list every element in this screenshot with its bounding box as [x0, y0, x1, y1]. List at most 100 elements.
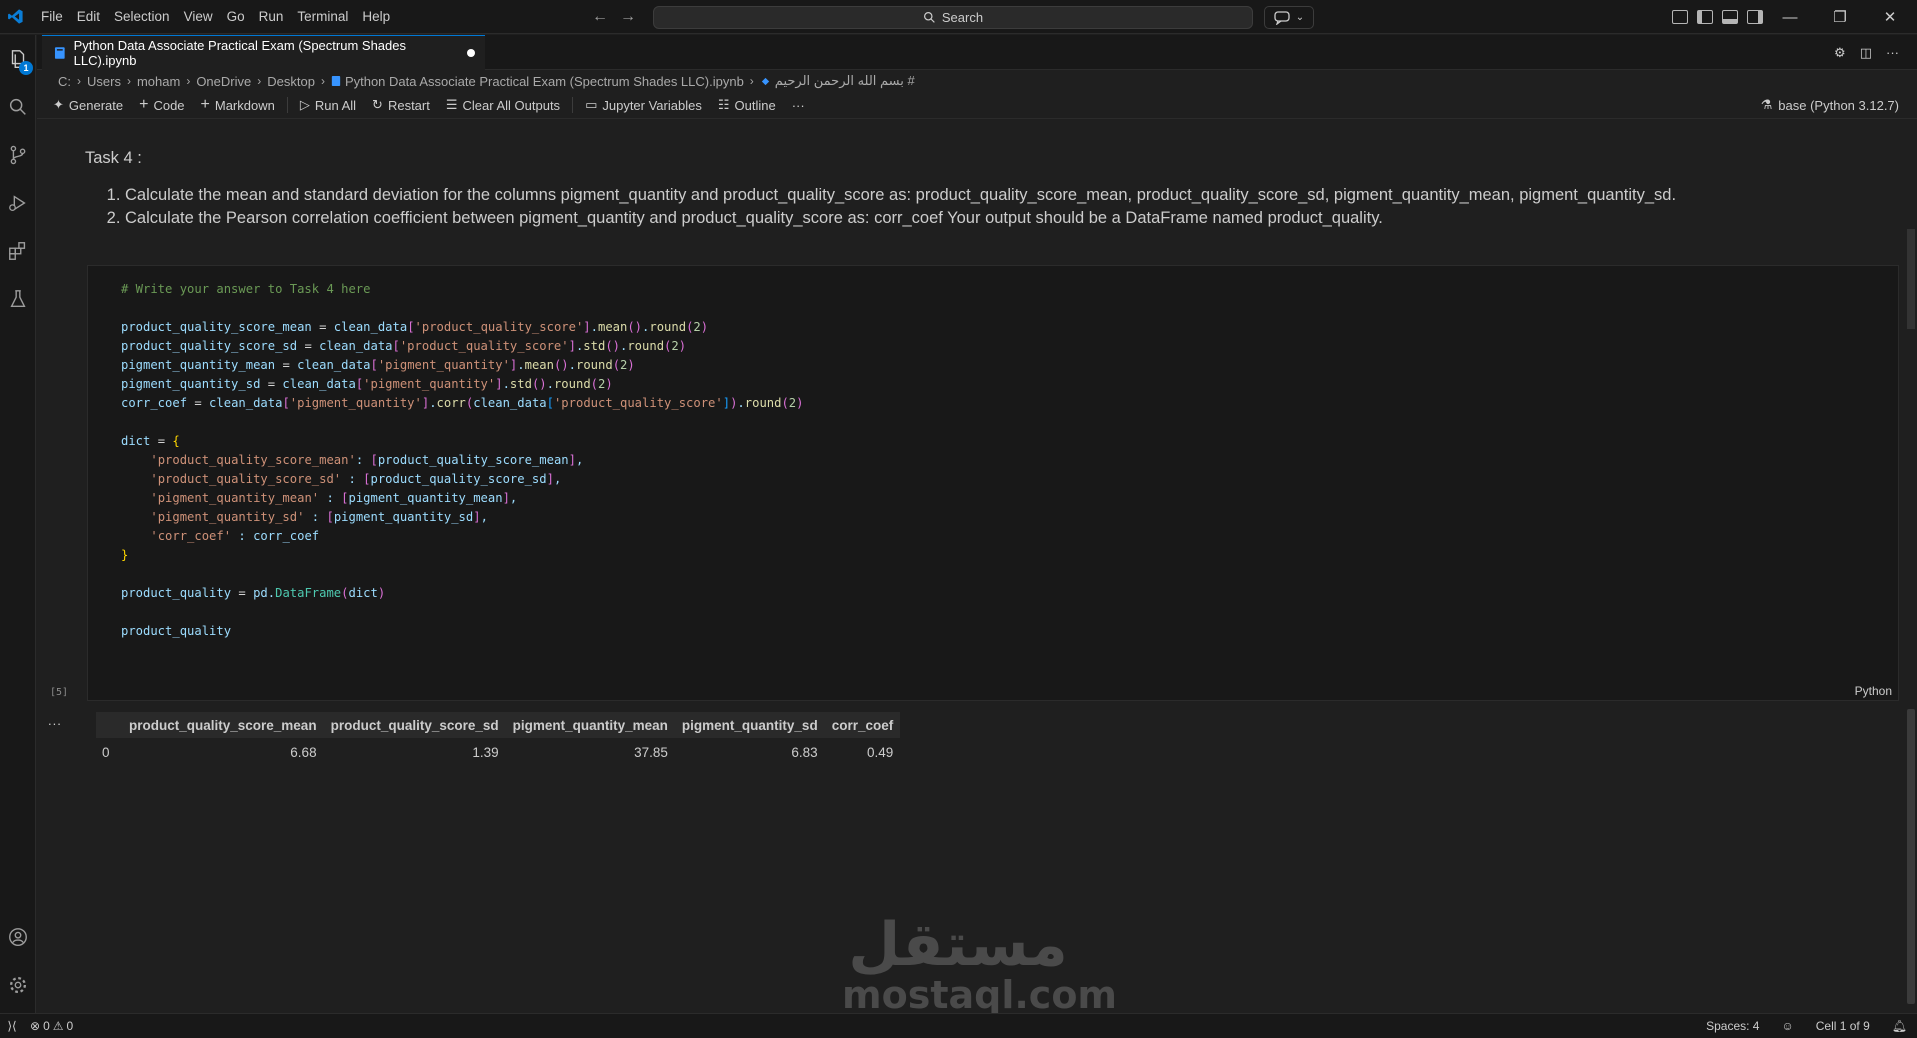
breadcrumb-item[interactable]: # بسم الله الرحمن الرحيم — [775, 73, 915, 89]
clear-all-outputs-button[interactable]: ☰ Clear All Outputs — [438, 93, 568, 117]
run-all-label: Run All — [314, 97, 357, 113]
cell-indicator[interactable]: Cell 1 of 9 — [1816, 1019, 1870, 1033]
explorer-icon[interactable]: 1 — [0, 39, 36, 79]
run-debug-icon[interactable] — [0, 183, 36, 223]
chevron-right-icon: › — [320, 74, 325, 88]
title-bar: File Edit Selection View Go Run Terminal… — [0, 0, 1917, 34]
output-dataframe-table: product_quality_score_mean product_quali… — [96, 712, 901, 766]
testing-flask-icon[interactable] — [0, 279, 36, 319]
breadcrumb-item[interactable]: Desktop — [267, 74, 315, 89]
menu-file[interactable]: File — [34, 0, 70, 34]
kernel-picker[interactable]: ⚗ base (Python 3.12.7) — [1761, 93, 1899, 117]
source-control-icon[interactable] — [0, 135, 36, 175]
restart-icon: ↻ — [372, 97, 383, 112]
customize-layout-icon[interactable] — [1672, 10, 1688, 24]
notebook-file-icon — [54, 47, 65, 59]
run-all-button[interactable]: ▷ Run All — [292, 93, 364, 117]
warning-icon: ⚠ — [52, 1019, 64, 1033]
search-sidebar-icon[interactable] — [0, 87, 36, 127]
search-icon — [923, 12, 935, 23]
command-center-search[interactable]: Search — [653, 6, 1253, 29]
vscode-logo-icon — [2, 0, 28, 34]
settings-gear-icon[interactable] — [0, 965, 36, 1005]
chevron-down-icon: ⌄ — [1295, 12, 1305, 23]
column-header: product_quality_score_mean — [122, 712, 324, 738]
breadcrumb-item[interactable]: moham — [137, 74, 180, 89]
add-code-cell-button[interactable]: + Code — [131, 93, 192, 117]
column-header: pigment_quantity_sd — [674, 712, 825, 738]
plus-icon: + — [139, 96, 149, 113]
add-markdown-cell-button[interactable]: + Markdown — [193, 93, 283, 117]
accounts-icon[interactable] — [0, 917, 36, 957]
task-list: Calculate the mean and standard deviatio… — [85, 184, 1865, 229]
breadcrumb-item[interactable]: Users — [87, 74, 121, 89]
code-label: Code — [153, 97, 185, 113]
variables-label: Jupyter Variables — [602, 97, 702, 113]
generate-label: Generate — [68, 97, 124, 113]
jupyter-variables-button[interactable]: ▭ Jupyter Variables — [577, 93, 710, 117]
markdown-cell[interactable]: Task 4 : Calculate the mean and standard… — [85, 149, 1865, 229]
tab-notebook[interactable]: Python Data Associate Practical Exam (Sp… — [42, 35, 485, 70]
more-actions-icon[interactable]: ··· — [1886, 45, 1899, 60]
sparkle-icon: ✦ — [53, 97, 64, 112]
extensions-icon[interactable] — [0, 231, 36, 271]
restart-label: Restart — [387, 97, 430, 113]
table-cell: 6.83 — [791, 744, 818, 760]
breadcrumb-item[interactable]: C: — [58, 74, 71, 89]
notifications-bell-icon[interactable]: 🔔︎ — [1892, 1019, 1907, 1033]
toggle-secondary-sidebar-icon[interactable] — [1747, 10, 1763, 24]
chevron-right-icon: › — [186, 74, 191, 88]
restore-icon[interactable]: ❐ — [1815, 8, 1865, 26]
status-right: Spaces: 4 ☺ Cell 1 of 9 🔔︎ — [1706, 1014, 1907, 1038]
markdown-label: Markdown — [214, 97, 275, 113]
code-cell[interactable]: # Write your answer to Task 4 here produ… — [87, 265, 1899, 701]
menu-terminal[interactable]: Terminal — [290, 0, 355, 34]
table-cell: 37.85 — [634, 744, 668, 760]
status-left: ⟩⟨ ⊗ 0 ⚠ 0 — [0, 1019, 73, 1033]
menu-edit[interactable]: Edit — [70, 0, 107, 34]
unsaved-dot-icon[interactable] — [467, 49, 475, 57]
copilot-status-icon[interactable]: ☺ — [1781, 1019, 1793, 1033]
toggle-panel-icon[interactable] — [1722, 10, 1738, 24]
menu-view[interactable]: View — [177, 0, 220, 34]
editor-tab-bar: Python Data Associate Practical Exam (Sp… — [37, 35, 1917, 70]
toolbar-divider — [572, 97, 574, 113]
table-cell: 6.68 — [290, 744, 317, 760]
menu-selection[interactable]: Selection — [107, 0, 177, 34]
vertical-scrollbar[interactable] — [1907, 709, 1915, 1004]
output-more-actions[interactable]: ... — [48, 713, 62, 728]
menu-help[interactable]: Help — [355, 0, 397, 34]
toolbar-divider — [286, 97, 288, 113]
close-icon[interactable]: ✕ — [1865, 8, 1915, 26]
column-header: pigment_quantity_mean — [505, 712, 675, 738]
table-cell: 0.49 — [866, 744, 894, 760]
kernel-label: base (Python 3.12.7) — [1778, 97, 1899, 113]
minimize-icon[interactable]: — — [1765, 9, 1815, 26]
forward-arrow-icon[interactable]: → — [620, 8, 636, 26]
menu-go[interactable]: Go — [220, 0, 252, 34]
variables-icon: ▭ — [585, 97, 598, 112]
generate-button[interactable]: ✦ Generate — [37, 93, 131, 117]
breadcrumb-item[interactable]: OneDrive — [196, 74, 251, 89]
copilot-button[interactable]: ⌄ — [1264, 6, 1314, 29]
breadcrumb-item[interactable]: Python Data Associate Practical Exam (Sp… — [345, 74, 744, 89]
code-editor[interactable]: # Write your answer to Task 4 here produ… — [121, 280, 803, 641]
toggle-primary-sidebar-icon[interactable] — [1697, 10, 1713, 24]
cell-language-indicator[interactable]: Python — [1855, 684, 1892, 698]
chevron-right-icon: › — [749, 74, 754, 88]
list-item: Calculate the mean and standard deviatio… — [125, 184, 1865, 207]
outline-list-icon: ☷ — [717, 97, 730, 112]
notebook-settings-gear-icon[interactable]: ⚙ — [1834, 45, 1846, 61]
indentation-indicator[interactable]: Spaces: 4 — [1706, 1019, 1759, 1033]
restart-button[interactable]: ↻ Restart — [364, 93, 438, 117]
outline-button[interactable]: ☷ Outline — [710, 93, 784, 117]
navigation-arrows: ← → — [592, 0, 636, 34]
split-editor-icon[interactable]: ◫ — [1860, 45, 1872, 61]
back-arrow-icon[interactable]: ← — [592, 8, 608, 26]
remote-indicator-icon[interactable]: ⟩⟨ — [4, 1019, 20, 1033]
menu-run[interactable]: Run — [252, 0, 291, 34]
clear-outputs-label: Clear All Outputs — [462, 97, 561, 113]
watermark-domain: mostaql.com — [842, 973, 1118, 1017]
more-toolbar-button[interactable]: ··· — [784, 93, 813, 117]
problems-indicator[interactable]: ⊗ 0 ⚠ 0 — [30, 1019, 73, 1033]
